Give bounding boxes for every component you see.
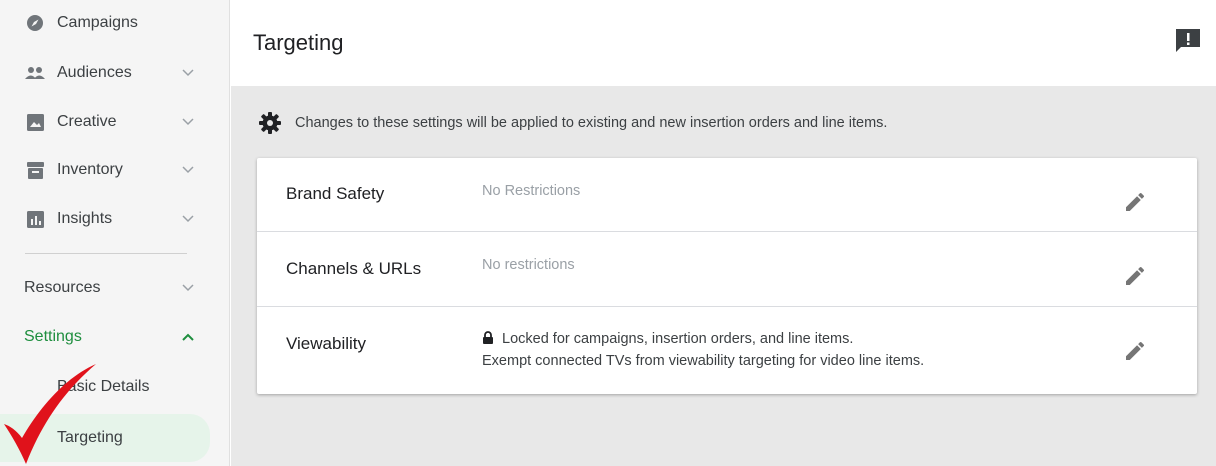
sidebar-item-resources[interactable]: Resources xyxy=(0,268,230,308)
notice-text: Changes to these settings will be applie… xyxy=(295,115,888,131)
chevron-down-icon[interactable] xyxy=(181,66,195,80)
sidebar-item-label: Campaigns xyxy=(57,14,138,31)
sidebar-item-label: Settings xyxy=(24,328,82,345)
viewability-exempt-line: Exempt connected TVs from viewability ta… xyxy=(482,353,925,369)
sidebar-item-label: Creative xyxy=(57,113,117,130)
sidebar-item-inventory[interactable]: Inventory xyxy=(0,150,230,190)
insights-chart-icon xyxy=(25,209,45,229)
chevron-down-icon[interactable] xyxy=(181,115,195,129)
row-label: Brand Safety xyxy=(286,184,385,203)
row-label: Channels & URLs xyxy=(286,259,422,278)
sidebar-item-creative[interactable]: Creative xyxy=(0,102,230,142)
page-title: Targeting xyxy=(253,30,344,55)
sidebar-divider xyxy=(25,253,187,254)
sidebar-item-label: Basic Details xyxy=(57,378,150,395)
row-value: No restrictions xyxy=(482,257,575,273)
sidebar-item-label: Resources xyxy=(24,279,101,296)
row-value: Locked for campaigns, insertion orders, … xyxy=(482,328,924,372)
main-content: Changes to these settings will be applie… xyxy=(231,86,1216,466)
targeting-row-viewability: Viewability Locked for campaigns, insert… xyxy=(257,307,1197,394)
sidebar-item-label: Targeting xyxy=(57,429,123,446)
locked-text: Locked for campaigns, insertion orders, … xyxy=(502,331,854,347)
targeting-row-channels-urls: Channels & URLs No restrictions xyxy=(257,232,1197,307)
lock-icon xyxy=(483,331,493,344)
sidebar-item-label: Audiences xyxy=(57,64,132,81)
compass-icon xyxy=(25,13,45,33)
sidebar-item-settings[interactable]: Settings xyxy=(0,317,230,357)
chevron-down-icon[interactable] xyxy=(181,163,195,177)
sidebar-item-label: Insights xyxy=(57,210,113,227)
chevron-up-icon[interactable] xyxy=(181,330,195,344)
edit-pencil-icon[interactable] xyxy=(1123,339,1147,363)
chevron-down-icon[interactable] xyxy=(181,281,195,295)
sidebar-item-label: Inventory xyxy=(57,161,123,178)
sidebar-item-campaigns[interactable]: Campaigns xyxy=(0,3,230,43)
sidebar-item-insights[interactable]: Insights xyxy=(0,199,230,239)
sidebar-item-basic-details[interactable]: Basic Details xyxy=(0,367,230,407)
inventory-icon xyxy=(25,160,45,180)
row-label: Viewability xyxy=(286,334,367,353)
targeting-card: Brand Safety No Restrictions Channels & … xyxy=(257,158,1197,394)
chevron-down-icon[interactable] xyxy=(181,212,195,226)
image-icon xyxy=(25,112,45,132)
row-value: No Restrictions xyxy=(482,183,581,199)
edit-pencil-icon[interactable] xyxy=(1123,264,1147,288)
feedback-icon[interactable] xyxy=(1175,28,1201,54)
people-icon xyxy=(25,63,45,83)
gear-icon xyxy=(259,112,281,134)
targeting-row-brand-safety: Brand Safety No Restrictions xyxy=(257,158,1197,232)
viewability-locked-line: Locked for campaigns, insertion orders, … xyxy=(482,328,924,350)
sidebar-item-targeting[interactable]: Targeting xyxy=(0,414,210,462)
sidebar-nav: Campaigns Audiences Creative Inventory I… xyxy=(0,0,230,466)
settings-notice: Changes to these settings will be applie… xyxy=(259,108,887,138)
sidebar-item-audiences[interactable]: Audiences xyxy=(0,53,230,93)
edit-pencil-icon[interactable] xyxy=(1123,190,1147,214)
page-header: Targeting xyxy=(231,0,1216,86)
